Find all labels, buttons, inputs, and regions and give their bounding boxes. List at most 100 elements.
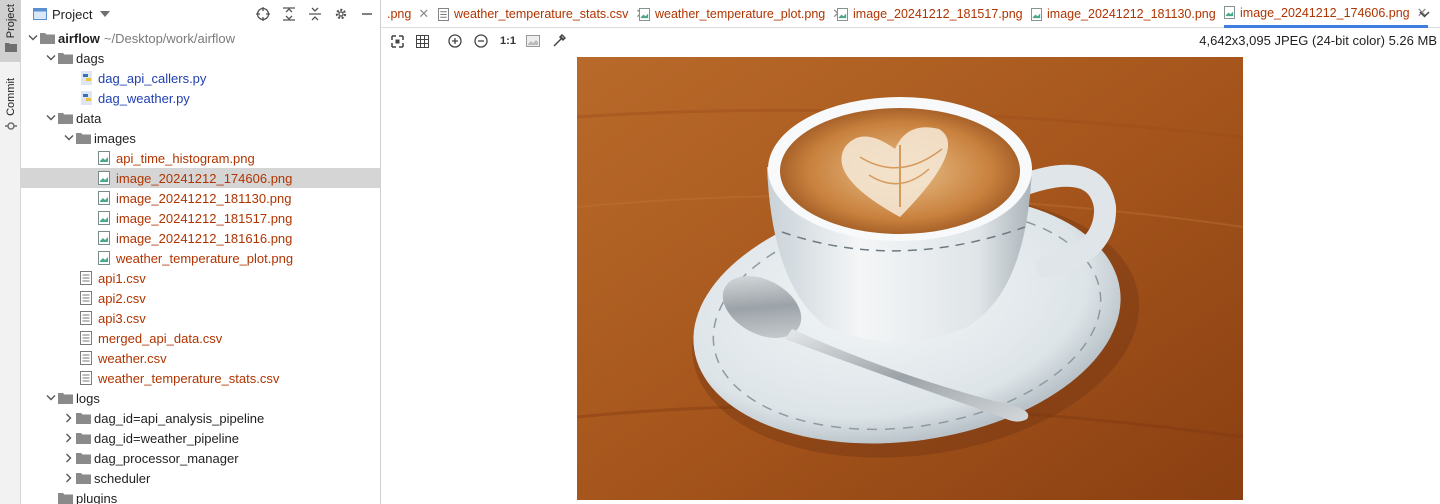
image-file-icon	[639, 7, 650, 21]
text-file-icon	[80, 291, 98, 305]
project-panel: Project airflow ~/Desktop/work/airflow d…	[21, 0, 381, 504]
grid-icon[interactable]	[414, 32, 430, 50]
folder-icon	[76, 432, 94, 444]
editor-tab[interactable]: weather_temperature_stats.csv ✕	[438, 0, 646, 28]
tree-folder-logs[interactable]: logs	[21, 388, 380, 408]
commit-tool-label: Commit	[4, 78, 17, 116]
chevron-right-icon[interactable]	[62, 433, 76, 443]
fit-icon[interactable]	[389, 32, 405, 50]
file-name: api_time_histogram.png	[116, 150, 255, 166]
chevron-down-icon[interactable]	[100, 11, 111, 17]
zoom-out-icon[interactable]	[473, 32, 489, 50]
text-file-icon	[80, 331, 98, 345]
expand-all-icon[interactable]	[276, 7, 302, 21]
image-toolbar: 1:1 4,642x3,095 JPEG (24-bit color) 5.26…	[381, 28, 1440, 54]
tree-file[interactable]: image_20241212_181616.png	[21, 228, 380, 248]
tree-file[interactable]: dag_api_callers.py	[21, 68, 380, 88]
file-name: weather_temperature_stats.csv	[98, 370, 280, 386]
chevron-down-icon[interactable]	[44, 395, 58, 401]
tab-label: image_20241212_181130.png	[1047, 7, 1216, 21]
file-name: image_20241212_174606.png	[116, 170, 293, 186]
folder-icon	[58, 392, 76, 404]
editor-tab[interactable]: weather_temperature_plot.png ✕	[639, 0, 843, 28]
tree-file[interactable]: merged_api_data.csv	[21, 328, 380, 348]
tree-file[interactable]: image_20241212_181130.png	[21, 188, 380, 208]
folder-name: dag_id=weather_pipeline	[94, 430, 239, 446]
tree-file[interactable]: api2.csv	[21, 288, 380, 308]
folder-icon	[40, 32, 58, 44]
tree-folder-dags[interactable]: dags	[21, 48, 380, 68]
chevron-down-icon[interactable]	[44, 115, 58, 121]
text-file-icon	[80, 351, 98, 365]
crosshair-icon[interactable]	[250, 7, 276, 21]
tree-file[interactable]: api3.csv	[21, 308, 380, 328]
tree-file-selected[interactable]: image_20241212_174606.png	[21, 168, 380, 188]
chevron-right-icon[interactable]	[62, 473, 76, 483]
tree-folder[interactable]: scheduler	[21, 468, 380, 488]
file-name: dag_weather.py	[98, 90, 190, 106]
folder-icon	[76, 472, 94, 484]
collapse-all-icon[interactable]	[302, 7, 328, 21]
close-icon[interactable]: ✕	[418, 6, 429, 22]
editor-tab-bar: .png ✕ weather_temperature_stats.csv ✕ w…	[381, 0, 1440, 28]
tree-file[interactable]: api1.csv	[21, 268, 380, 288]
editor-tab[interactable]: image_20241212_181517.png ✕	[837, 0, 1041, 28]
text-file-icon	[80, 311, 98, 325]
project-tool-label: Project	[4, 4, 17, 39]
actual-size-button[interactable]: 1:1	[498, 32, 518, 50]
image-file-icon	[1224, 6, 1235, 19]
tree-folder-images[interactable]: images	[21, 128, 380, 148]
file-name: api1.csv	[98, 270, 146, 286]
file-name: image_20241212_181616.png	[116, 230, 293, 246]
tree-folder[interactable]: dag_id=api_analysis_pipeline	[21, 408, 380, 428]
file-name: weather_temperature_plot.png	[116, 250, 294, 266]
editor-tab-active[interactable]: image_20241212_174606.png ✕	[1224, 0, 1428, 28]
folder-name: logs	[76, 390, 100, 406]
tab-label: weather_temperature_plot.png	[655, 7, 826, 21]
tree-file[interactable]: weather_temperature_plot.png	[21, 248, 380, 268]
folder-icon	[76, 452, 94, 464]
image-file-icon	[98, 171, 116, 185]
background-icon[interactable]	[525, 32, 541, 50]
image-preview	[577, 57, 1243, 500]
chevron-down-icon[interactable]	[1419, 10, 1430, 18]
tree-folder[interactable]: dag_id=weather_pipeline	[21, 428, 380, 448]
project-tree: airflow ~/Desktop/work/airflow dags dag_…	[21, 28, 380, 504]
image-file-icon	[98, 151, 116, 165]
project-tool-tab[interactable]: Project	[0, 0, 21, 62]
editor-tab[interactable]: .png ✕	[387, 0, 429, 28]
tree-root[interactable]: airflow ~/Desktop/work/airflow	[21, 28, 380, 48]
commit-tool-tab[interactable]: Commit	[0, 74, 21, 136]
chevron-down-icon[interactable]	[62, 135, 76, 141]
tree-file[interactable]: api_time_histogram.png	[21, 148, 380, 168]
tree-file[interactable]: image_20241212_181517.png	[21, 208, 380, 228]
image-file-icon	[98, 211, 116, 225]
folder-icon	[58, 492, 76, 504]
tree-file[interactable]: weather.csv	[21, 348, 380, 368]
python-file-icon	[80, 91, 98, 105]
image-info: 4,642x3,095 JPEG (24-bit color) 5.26 MB	[1199, 33, 1437, 48]
folder-name: data	[76, 110, 102, 126]
gear-icon[interactable]	[328, 7, 354, 21]
chevron-down-icon[interactable]	[44, 55, 58, 61]
tree-file[interactable]: weather_temperature_stats.csv	[21, 368, 380, 388]
zoom-in-icon[interactable]	[447, 32, 463, 50]
folder-icon	[58, 52, 76, 64]
editor-tab[interactable]: image_20241212_181130.png ✕	[1031, 0, 1234, 28]
minimize-icon[interactable]	[354, 7, 380, 21]
tree-file[interactable]: dag_weather.py	[21, 88, 380, 108]
tab-overflow-button[interactable]	[1419, 0, 1430, 28]
folder-name: scheduler	[94, 470, 151, 486]
tree-folder-plugins[interactable]: plugins	[21, 488, 380, 504]
chevron-down-icon[interactable]	[26, 35, 40, 41]
color-picker-icon[interactable]	[551, 32, 567, 50]
file-name: api3.csv	[98, 310, 146, 326]
image-file-icon	[837, 7, 848, 21]
panel-title: Project	[52, 6, 93, 22]
chevron-right-icon[interactable]	[62, 413, 76, 423]
tree-folder-data[interactable]: data	[21, 108, 380, 128]
tree-folder[interactable]: dag_processor_manager	[21, 448, 380, 468]
chevron-right-icon[interactable]	[62, 453, 76, 463]
folder-icon	[58, 112, 76, 124]
image-file-icon	[98, 231, 116, 245]
